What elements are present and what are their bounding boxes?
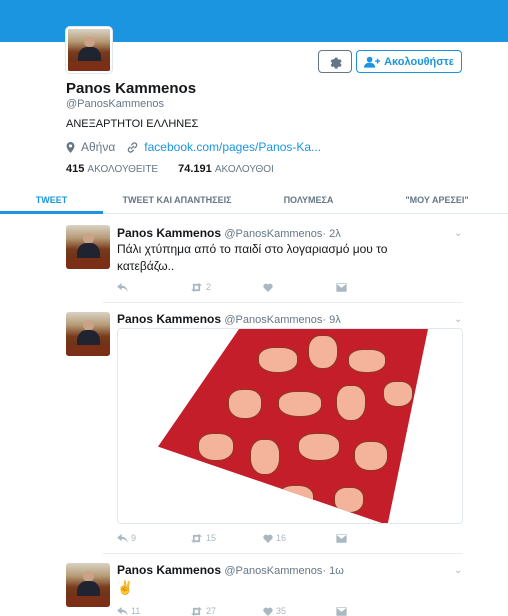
link-icon xyxy=(128,141,138,153)
reply-button[interactable] xyxy=(117,282,190,292)
tweet-text: Πάλι χτύπημα από το παιδί στο λογαριασμό… xyxy=(117,242,388,273)
tweet-actions: 2 xyxy=(117,282,409,292)
tab-tweets[interactable]: TWEET xyxy=(0,186,103,214)
tweet-time[interactable]: · 9λ xyxy=(322,314,340,326)
divider xyxy=(103,553,463,554)
tweet-handle[interactable]: @PanosKammenos xyxy=(224,314,322,326)
chevron-down-icon[interactable]: ⌄ xyxy=(454,314,462,325)
chevron-down-icon[interactable]: ⌄ xyxy=(454,565,462,576)
reply-icon xyxy=(117,282,128,292)
tweet-author[interactable]: Panos Kammenos xyxy=(117,312,221,326)
tab-likes[interactable]: "ΜΟΥ ΑΡΕΣΕΙ" xyxy=(366,186,508,213)
tweet-actions: 11 27 35 xyxy=(117,606,409,616)
following-stat[interactable]: 415 ΑΚΟΛΟΥΘΕΙΤΕ xyxy=(66,163,158,175)
tweet-author[interactable]: Panos Kammenos xyxy=(117,226,221,240)
heart-icon xyxy=(263,283,273,292)
chevron-down-icon[interactable]: ⌄ xyxy=(454,228,462,239)
retweet-button[interactable]: 2 xyxy=(190,282,263,292)
like-button[interactable] xyxy=(263,282,336,292)
envelope-icon xyxy=(336,282,347,292)
tweet-text: ✌ xyxy=(117,580,134,595)
reply-button[interactable]: 11 xyxy=(117,606,190,616)
envelope-icon xyxy=(336,533,347,543)
heart-icon xyxy=(263,534,273,543)
envelope-icon xyxy=(336,606,347,616)
location-pin-icon xyxy=(66,141,75,153)
retweet-icon xyxy=(191,606,202,616)
like-button[interactable]: 35 xyxy=(263,606,336,616)
retweet-icon xyxy=(191,533,202,543)
tweet-avatar[interactable] xyxy=(66,563,110,607)
website-link[interactable]: facebook.com/pages/Panos-Ka... xyxy=(144,140,321,154)
dm-button[interactable] xyxy=(336,606,409,616)
retweet-icon xyxy=(191,282,202,292)
gear-icon xyxy=(330,57,342,69)
location-text: Αθήνα xyxy=(81,140,116,154)
tweet-author[interactable]: Panos Kammenos xyxy=(117,563,221,577)
tweet-image[interactable] xyxy=(117,328,463,524)
profile-avatar[interactable] xyxy=(66,27,112,73)
profile-stats: 415 ΑΚΟΛΟΥΘΕΙΤΕ 74.191 ΑΚΟΛΟΥΘΟΙ xyxy=(66,163,274,175)
profile-handle[interactable]: @PanosKammenos xyxy=(66,98,164,110)
profile-tabs: TWEET TWEET ΚΑΙ ΑΠΑΝΤΗΣΕΙΣ ΠΟΛΥΜΕΣΑ "ΜΟΥ… xyxy=(0,186,508,214)
divider xyxy=(103,302,463,303)
tab-media[interactable]: ΠΟΛΥΜΕΣΑ xyxy=(251,186,366,213)
profile-meta: Αθήνα facebook.com/pages/Panos-Ka... xyxy=(66,140,321,154)
dm-button[interactable] xyxy=(336,533,409,543)
retweet-button[interactable]: 15 xyxy=(190,533,263,543)
tweet-avatar[interactable] xyxy=(66,312,110,356)
dm-button[interactable] xyxy=(336,282,409,292)
tweet-actions: 9 15 16 xyxy=(117,533,409,543)
tweet-time[interactable]: · 1ω xyxy=(322,565,343,577)
follow-button-label: Ακολουθήστε xyxy=(384,55,454,68)
reply-icon xyxy=(117,533,128,543)
like-button[interactable]: 16 xyxy=(263,533,336,543)
add-user-icon xyxy=(364,56,381,68)
tweet-handle[interactable]: @PanosKammenos xyxy=(224,565,322,577)
followers-stat[interactable]: 74.191 ΑΚΟΛΟΥΘΟΙ xyxy=(178,163,274,175)
tab-tweets-replies[interactable]: TWEET ΚΑΙ ΑΠΑΝΤΗΣΕΙΣ xyxy=(103,186,251,213)
settings-button[interactable] xyxy=(318,50,352,73)
tweet-handle[interactable]: @PanosKammenos xyxy=(224,228,322,240)
profile-bio: ΑΝΕΞΑΡΤΗΤΟΙ ΕΛΛΗΝΕΣ xyxy=(66,118,199,130)
follow-button[interactable]: Ακολουθήστε xyxy=(356,50,462,73)
reply-icon xyxy=(117,606,128,616)
retweet-button[interactable]: 27 xyxy=(190,606,263,616)
tweet-time[interactable]: · 2λ xyxy=(322,228,340,240)
heart-icon xyxy=(263,607,273,616)
profile-name[interactable]: Panos Kammenos xyxy=(66,80,196,97)
tweet-avatar[interactable] xyxy=(66,225,110,269)
tie-illustration xyxy=(158,329,428,523)
reply-button[interactable]: 9 xyxy=(117,533,190,543)
